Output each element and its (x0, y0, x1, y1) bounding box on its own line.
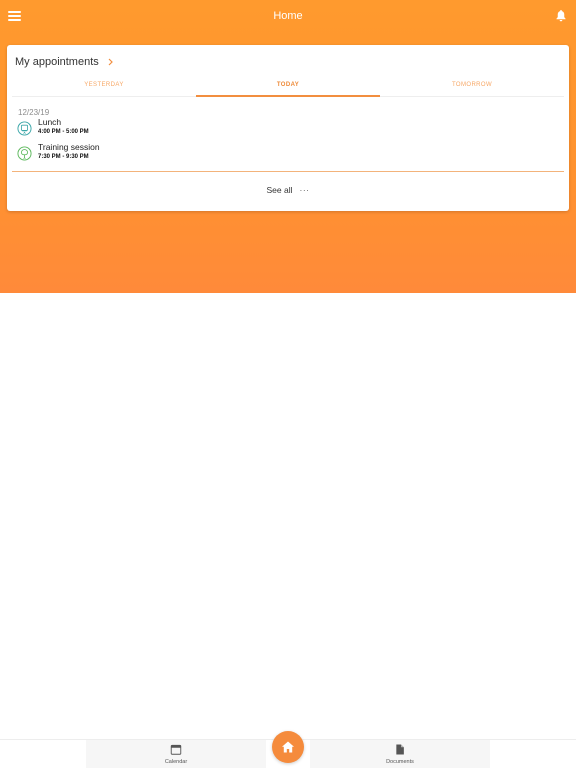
nav-item-calendar[interactable]: Calendar (86, 740, 266, 768)
appointments-card: My appointments YESTERDAY TODAY TOMORROW… (7, 45, 569, 211)
appointments-date: 12/23/19 (18, 108, 50, 117)
meal-icon (17, 121, 32, 136)
top-app-bar: Home (0, 0, 576, 34)
page-title: Home (273, 10, 303, 22)
appointments-card-header[interactable]: My appointments (15, 55, 113, 69)
card-divider (12, 171, 564, 172)
see-all-button[interactable]: See all ··· (7, 185, 569, 195)
bell-icon[interactable] (555, 9, 567, 22)
see-all-label: See all (266, 185, 293, 195)
nav-label-calendar: Calendar (164, 759, 188, 765)
nav-label-documents: Documents (386, 759, 414, 765)
appointments-card-title: My appointments (15, 56, 99, 68)
appointment-name: Lunch (38, 117, 62, 127)
chevron-right-icon (108, 58, 113, 66)
tab-today[interactable]: TODAY (196, 75, 380, 97)
nav-item-documents[interactable]: Documents (310, 740, 490, 768)
home-button[interactable] (272, 731, 304, 763)
more-dots-icon: ··· (299, 185, 310, 195)
day-tabs: YESTERDAY TODAY TOMORROW (12, 75, 564, 97)
tab-yesterday[interactable]: YESTERDAY (12, 75, 196, 96)
appointment-time: 4:00 PM - 5:00 PM (38, 129, 89, 135)
appointment-time: 7:30 PM - 9:30 PM (38, 154, 89, 160)
tab-tomorrow[interactable]: TOMORROW (380, 75, 564, 96)
calendar-icon (170, 744, 182, 755)
appointment-name: Training session (38, 142, 100, 152)
appointment-item-training-session[interactable]: Training session 7:30 PM - 9:30 PM (17, 142, 557, 164)
home-icon (282, 741, 294, 753)
appointment-item-lunch[interactable]: Lunch 4:00 PM - 5:00 PM (17, 117, 557, 139)
document-icon (396, 744, 404, 755)
tree-icon (17, 146, 32, 161)
